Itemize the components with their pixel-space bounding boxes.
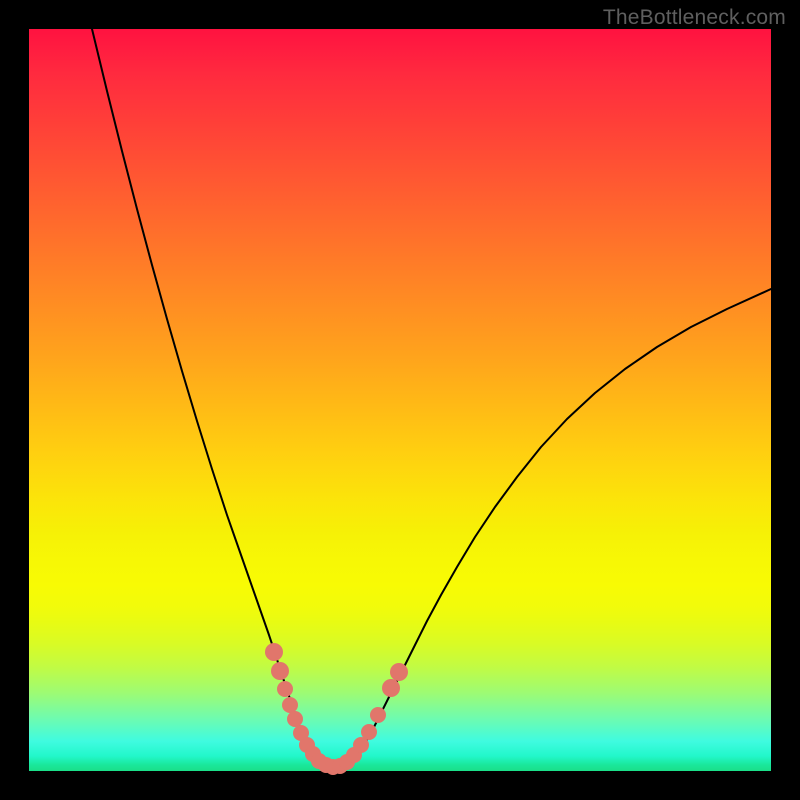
curve-right-branch	[333, 289, 771, 769]
threshold-markers	[265, 643, 408, 775]
watermark-text: TheBottleneck.com	[603, 6, 786, 30]
threshold-marker	[361, 724, 377, 740]
threshold-marker	[277, 681, 293, 697]
curve-svg	[29, 29, 771, 771]
threshold-marker	[287, 711, 303, 727]
threshold-marker	[382, 679, 400, 697]
curve-left-branch	[92, 29, 333, 769]
chart-frame: TheBottleneck.com	[0, 0, 800, 800]
threshold-marker	[282, 697, 298, 713]
plot-area	[29, 29, 771, 771]
threshold-marker	[370, 707, 386, 723]
threshold-marker	[271, 662, 289, 680]
threshold-marker	[265, 643, 283, 661]
curve-lines	[92, 29, 771, 769]
threshold-marker	[390, 663, 408, 681]
